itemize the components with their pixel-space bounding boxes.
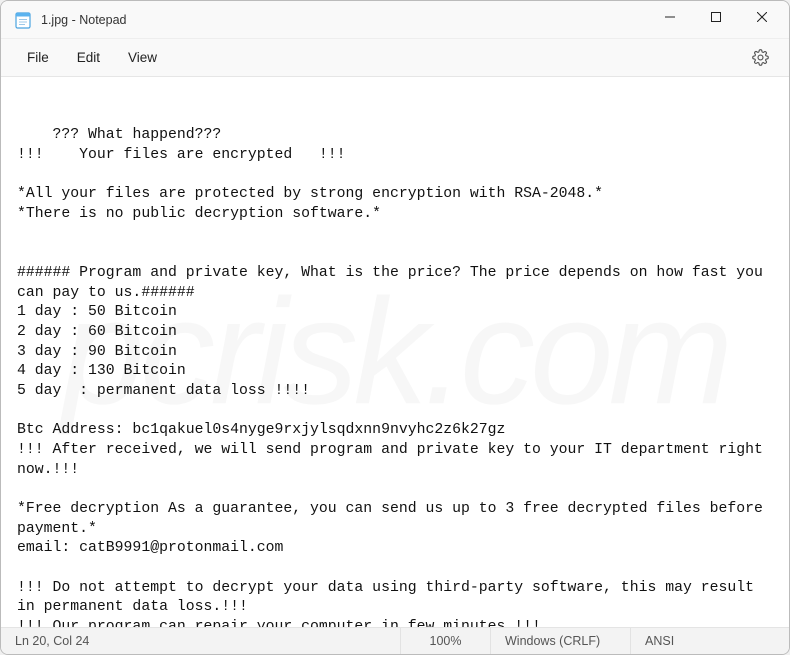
window-title: 1.jpg - Notepad	[41, 13, 647, 27]
close-button[interactable]	[739, 1, 785, 33]
text-editor-area[interactable]: pcrisk.com ??? What happend??? !!! Your …	[1, 77, 789, 627]
menu-file[interactable]: File	[13, 44, 63, 71]
notepad-app-icon	[15, 11, 31, 29]
maximize-button[interactable]	[693, 1, 739, 33]
status-zoom: 100%	[401, 628, 491, 654]
notepad-window: 1.jpg - Notepad File Edit View pcrisk.co…	[0, 0, 790, 655]
titlebar: 1.jpg - Notepad	[1, 1, 789, 39]
status-line-ending: Windows (CRLF)	[491, 628, 631, 654]
maximize-icon	[711, 12, 721, 22]
minimize-button[interactable]	[647, 1, 693, 33]
minimize-icon	[665, 12, 675, 22]
gear-icon	[752, 49, 769, 66]
document-text: ??? What happend??? !!! Your files are e…	[17, 127, 772, 627]
menu-edit[interactable]: Edit	[63, 44, 114, 71]
statusbar: Ln 20, Col 24 100% Windows (CRLF) ANSI	[1, 627, 789, 654]
status-cursor-position: Ln 20, Col 24	[1, 628, 401, 654]
status-encoding: ANSI	[631, 628, 789, 654]
menubar: File Edit View	[1, 39, 789, 77]
window-controls	[647, 1, 785, 38]
settings-button[interactable]	[743, 43, 777, 73]
menu-view[interactable]: View	[114, 44, 171, 71]
close-icon	[757, 12, 767, 22]
